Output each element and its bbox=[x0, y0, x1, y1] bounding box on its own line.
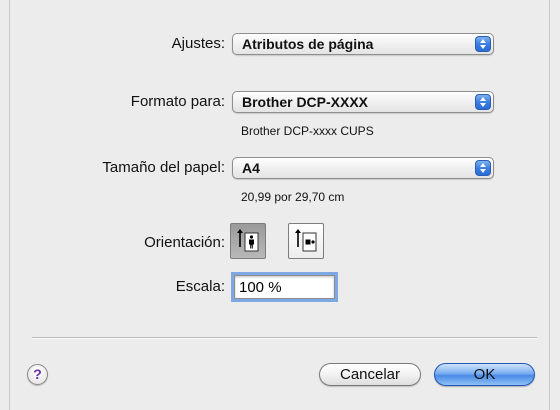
divider bbox=[32, 337, 537, 339]
format-for-popup[interactable]: Brother DCP-XXXX bbox=[232, 91, 494, 113]
ok-button[interactable]: OK bbox=[434, 363, 535, 386]
paper-size-popup[interactable]: A4 bbox=[232, 157, 494, 179]
settings-popup[interactable]: Atributos de página bbox=[232, 33, 494, 55]
paper-size-label: Tamaño del papel: bbox=[102, 159, 225, 176]
printer-driver-text: Brother DCP-xxxx CUPS bbox=[241, 124, 374, 138]
format-for-label: Formato para: bbox=[130, 93, 225, 110]
portrait-orientation-icon bbox=[237, 229, 259, 252]
scale-input[interactable] bbox=[234, 275, 335, 299]
help-button[interactable]: ? bbox=[27, 364, 48, 385]
cancel-button[interactable]: Cancelar bbox=[319, 363, 421, 386]
settings-popup-value: Atributos de página bbox=[242, 36, 374, 52]
paper-dimensions-text: 20,99 por 29,70 cm bbox=[241, 190, 345, 204]
paper-size-popup-value: A4 bbox=[242, 160, 260, 176]
format-for-popup-value: Brother DCP-XXXX bbox=[242, 94, 369, 110]
up-down-arrows-icon bbox=[475, 36, 491, 52]
orientation-portrait-button[interactable] bbox=[230, 223, 266, 259]
settings-label: Ajustes: bbox=[171, 35, 225, 52]
scale-label: Escala: bbox=[175, 278, 225, 295]
orientation-landscape-button[interactable] bbox=[288, 223, 324, 259]
up-down-arrows-icon bbox=[475, 160, 491, 176]
page-setup-dialog: Ajustes: Atributos de página Formato par… bbox=[9, 0, 550, 410]
up-down-arrows-icon bbox=[475, 94, 491, 110]
orientation-label: Orientación: bbox=[144, 234, 225, 251]
landscape-orientation-icon bbox=[295, 229, 317, 252]
